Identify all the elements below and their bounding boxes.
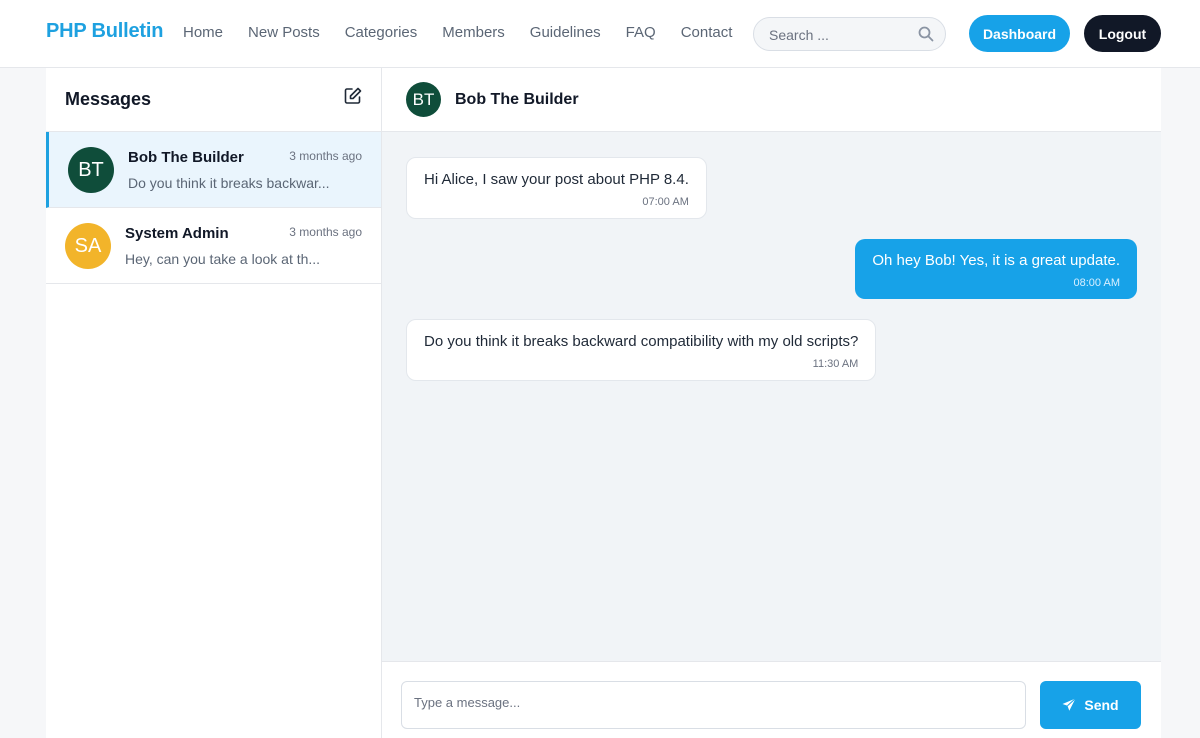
message-bubble-incoming: Do you think it breaks backward compatib… [406, 319, 877, 381]
conversation-snippet: Do you think it breaks backwar... [128, 175, 330, 191]
avatar: SA [65, 223, 111, 269]
top-navbar: PHP Bulletin Home New Posts Categories M… [0, 0, 1200, 68]
conversation-item-system-admin[interactable]: SA System Admin 3 months ago Hey, can yo… [46, 208, 381, 284]
search-input[interactable]: Search ... [753, 17, 946, 51]
search-placeholder: Search ... [769, 27, 829, 43]
sidebar-header: Messages [46, 68, 381, 132]
send-label: Send [1084, 697, 1119, 713]
compose-icon[interactable] [343, 86, 363, 106]
chat-panel: BT Bob The Builder Hi Alice, I saw your … [382, 68, 1161, 738]
dashboard-button[interactable]: Dashboard [969, 15, 1070, 52]
conversation-name: Bob The Builder [128, 149, 244, 166]
message-input[interactable]: Type a message... [401, 681, 1026, 729]
messages-title: Messages [65, 89, 152, 109]
nav-new-posts[interactable]: New Posts [248, 24, 320, 41]
send-button[interactable]: Send [1040, 681, 1141, 729]
nav-members[interactable]: Members [442, 24, 505, 41]
brand-logo[interactable]: PHP Bulletin [46, 20, 163, 43]
conversation-time: 3 months ago [289, 225, 362, 239]
search-icon[interactable] [918, 26, 934, 42]
conversation-snippet: Hey, can you take a look at th... [125, 251, 321, 267]
chat-header: BT Bob The Builder [382, 68, 1161, 132]
main-nav: Home New Posts Categories Members Guidel… [183, 24, 757, 41]
avatar: BT [406, 82, 441, 117]
message-bubble-incoming: Hi Alice, I saw your post about PHP 8.4.… [406, 157, 707, 219]
message-bubble-outgoing: Oh hey Bob! Yes, it is a great update. 0… [855, 239, 1137, 299]
nav-contact[interactable]: Contact [681, 24, 733, 41]
chat-contact-name: Bob The Builder [455, 91, 579, 108]
avatar: BT [68, 147, 114, 193]
message-text: Oh hey Bob! Yes, it is a great update. [872, 252, 1120, 269]
nav-categories[interactable]: Categories [345, 24, 418, 41]
message-time: 11:30 AM [812, 358, 859, 370]
nav-home[interactable]: Home [183, 24, 223, 41]
conversation-name: System Admin [125, 225, 229, 242]
message-text: Hi Alice, I saw your post about PHP 8.4. [424, 171, 689, 188]
logout-button[interactable]: Logout [1084, 15, 1161, 52]
nav-faq[interactable]: FAQ [626, 24, 656, 41]
message-text: Do you think it breaks backward compatib… [424, 333, 859, 350]
message-time: 08:00 AM [1073, 277, 1120, 289]
conversation-time: 3 months ago [289, 149, 362, 163]
conversation-sidebar: Messages BT Bob The Builder 3 months ago… [46, 68, 382, 738]
message-time: 07:00 AM [642, 196, 689, 208]
send-icon [1062, 698, 1077, 711]
message-composer: Type a message... Send [382, 661, 1161, 738]
nav-guidelines[interactable]: Guidelines [530, 24, 601, 41]
conversation-item-bob[interactable]: BT Bob The Builder 3 months ago Do you t… [46, 132, 381, 208]
